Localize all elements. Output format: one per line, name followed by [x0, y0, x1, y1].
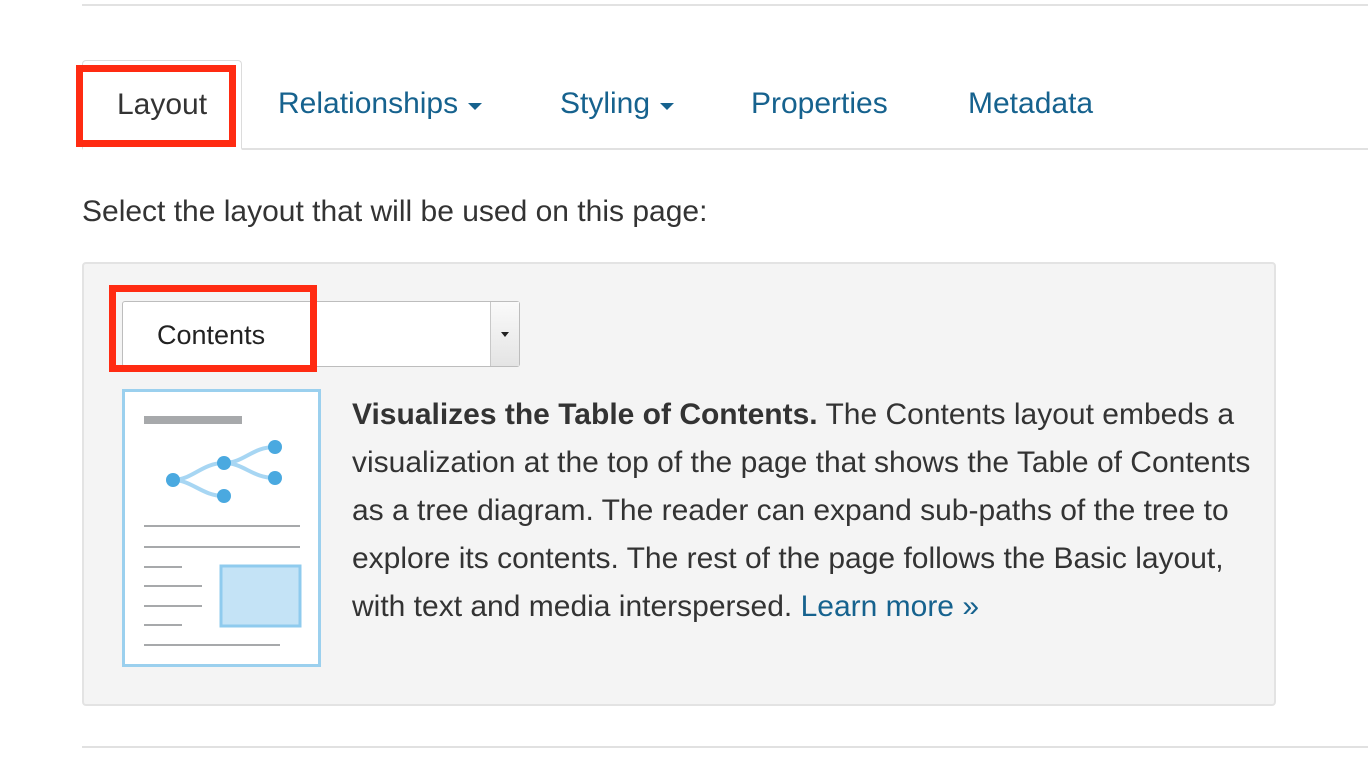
bottom-divider [82, 746, 1368, 748]
select-dropdown-button[interactable] [490, 302, 519, 366]
tab-styling-label: Styling [560, 87, 651, 120]
caret-down-icon [660, 102, 675, 110]
layout-select[interactable]: Contents [122, 301, 520, 367]
caret-down-icon [468, 102, 483, 110]
tab-metadata[interactable]: Metadata [968, 60, 1093, 148]
tab-bar: Layout Relationships Styling Properties … [82, 60, 1368, 150]
tab-layout[interactable]: Layout [82, 60, 242, 150]
tab-properties[interactable]: Properties [751, 60, 888, 148]
tab-properties-label: Properties [751, 87, 888, 120]
tab-relationships[interactable]: Relationships [278, 60, 483, 148]
layout-select-value: Contents [157, 320, 266, 350]
tab-layout-label: Layout [116, 87, 208, 121]
layout-instructions: Select the layout that will be used on t… [82, 195, 708, 228]
chevron-down-icon [501, 331, 509, 337]
learn-more-link[interactable]: Learn more » [801, 590, 979, 623]
top-divider [82, 0, 1368, 6]
tab-metadata-label: Metadata [968, 87, 1094, 120]
layout-description: Visualizes the Table of Contents. The Co… [352, 391, 1252, 631]
tab-relationships-label: Relationships [278, 87, 459, 120]
contents-layout-thumbnail-icon [122, 389, 321, 667]
tab-styling[interactable]: Styling [560, 60, 675, 148]
layout-description-title: Visualizes the Table of Contents. [352, 398, 818, 431]
